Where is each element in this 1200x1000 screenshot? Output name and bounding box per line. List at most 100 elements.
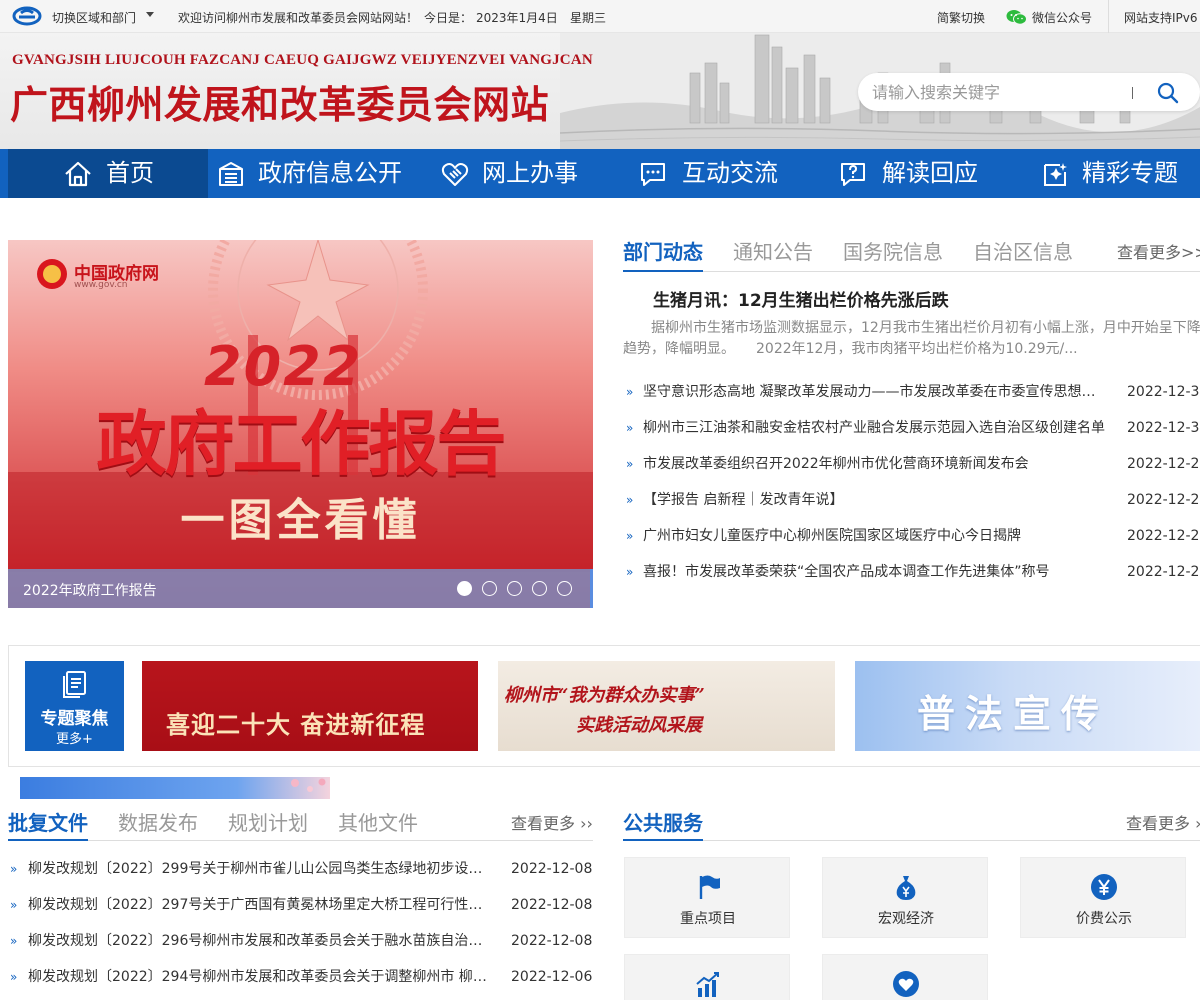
news-date: 2022-12-2 <box>1127 564 1200 580</box>
tab-plans[interactable]: 规划计划 <box>228 807 308 836</box>
tab-approval-files[interactable]: 批复文件 <box>8 807 88 836</box>
nav-label: 首页 <box>106 159 154 187</box>
nav-label: 互动交流 <box>682 159 778 187</box>
wechat-icon[interactable] <box>1006 9 1027 25</box>
nav-label: 解读回应 <box>882 159 978 187</box>
file-title[interactable]: 柳发改规划〔2022〕299号关于柳州市雀儿山公园鸟类生态绿地初步设计批复 <box>28 851 492 887</box>
image-carousel[interactable]: 中国政府网 www.gov.cn 2022 政府工作报告 一图全看懂 2022年… <box>8 240 593 608</box>
file-title[interactable]: 柳发改规划〔2022〕294号柳州市发展和改革委员会关于调整柳州市 柳州市项目 <box>28 959 492 995</box>
news-more-link[interactable]: 查看更多>> <box>1117 239 1200 263</box>
news-title[interactable]: 【学报告 启新程｜发改青年说】 <box>643 482 1105 518</box>
trad-simplified-switch[interactable]: 简繁切换 <box>937 9 985 26</box>
news-title[interactable]: 市发展改革委组织召开2022年柳州市优化营商环境新闻发布会 <box>643 446 1105 482</box>
floating-banner[interactable] <box>20 777 330 799</box>
bullet-icon: » <box>626 565 634 579</box>
carousel-dot[interactable] <box>532 581 547 596</box>
today-label: 今日是： <box>424 11 473 25</box>
headline-news[interactable]: 生猪月讯：12月生猪出栏价格先涨后跌 <box>653 286 949 311</box>
file-item[interactable]: » 柳发改规划〔2022〕299号关于柳州市雀儿山公园鸟类生态绿地初步设计批复 20… <box>8 851 593 887</box>
files-more-link[interactable]: 查看更多 ›› <box>511 810 593 834</box>
nav-label: 网上办事 <box>482 159 578 187</box>
news-title[interactable]: 广州市妇女儿童医疗中心柳州医院国家区域医疗中心今日揭牌 <box>643 518 1105 554</box>
service-macro-economy[interactable]: 宏观经济 <box>822 857 988 938</box>
home-icon <box>65 161 91 187</box>
region-switch[interactable]: 切换区域和部门 <box>52 9 136 26</box>
news-title[interactable]: 喜报！市发展改革委荣获“全国农产品成本调查工作先进集体”称号 <box>643 554 1105 590</box>
news-item[interactable]: » 坚守意识形态高地 凝聚改革发展动力——市发展改革委在市委宣传思想工作会议上作交… <box>623 374 1200 410</box>
service-public-welfare[interactable] <box>822 954 988 1000</box>
news-item[interactable]: » 广州市妇女儿童医疗中心柳州医院国家区域医疗中心今日揭牌 2022-12-2 <box>623 518 1200 554</box>
nav-interaction[interactable]: 互动交流 <box>608 149 808 198</box>
service-key-projects[interactable]: 重点项目 <box>624 857 790 938</box>
service-label: 重点项目 <box>680 911 736 927</box>
carousel-dot[interactable] <box>457 581 472 596</box>
news-item[interactable]: » 柳州市三江油茶和融安金桔农村产业融合发展示范园入选自治区级创建名单 2022-1… <box>623 410 1200 446</box>
bullet-icon: » <box>626 421 634 435</box>
tab-notices[interactable]: 通知公告 <box>733 236 813 265</box>
news-date: 2022-12-2 <box>1127 492 1200 508</box>
chevron-down-icon[interactable] <box>146 12 154 17</box>
carousel-dot[interactable] <box>482 581 497 596</box>
news-title[interactable]: 坚守意识形态高地 凝聚改革发展动力——市发展改革委在市委宣传思想工作会议上作交流… <box>643 374 1105 410</box>
tab-state-council[interactable]: 国务院信息 <box>843 236 943 265</box>
bullet-icon: » <box>626 457 634 471</box>
nav-interpretation[interactable]: 解读回应 <box>808 149 1008 198</box>
tab-region-info[interactable]: 自治区信息 <box>973 236 1073 265</box>
carousel-dot[interactable] <box>557 581 572 596</box>
services-title[interactable]: 公共服务 <box>623 807 703 836</box>
services-more-link[interactable]: 查看更多 › <box>1126 810 1200 834</box>
active-tab-underline <box>8 839 88 841</box>
carousel-caption[interactable]: 2022年政府工作报告 <box>23 580 157 600</box>
banner-party-congress[interactable]: 喜迎二十大 奋进新征程 <box>142 661 478 751</box>
banner-people-service[interactable]: 柳州市“我为群众办实事” 实践活动风采展 <box>498 661 835 751</box>
file-title[interactable]: 柳发改规划〔2022〕297号关于广西国有黄冕林场里定大桥工程可行性研究报告批复 <box>28 887 492 923</box>
tab-department-news[interactable]: 部门动态 <box>623 236 703 265</box>
search-icon[interactable] <box>1156 81 1180 105</box>
bullet-icon: » <box>10 898 18 912</box>
file-item[interactable]: » 柳发改规划〔2022〕296号柳州市发展和改革委员会关于融水苗族自治县项目批复… <box>8 923 593 959</box>
banner-law-promotion[interactable]: 普法宣传 <box>855 661 1200 751</box>
nav-online-services[interactable]: 网上办事 <box>408 149 608 198</box>
chat-icon <box>641 163 665 186</box>
ipv6-notice: 网站支持IPv6 <box>1124 11 1198 25</box>
logo-icon[interactable] <box>12 6 42 26</box>
news-title[interactable]: 柳州市三江油茶和融安金桔农村产业融合发展示范园入选自治区级创建名单 <box>643 410 1105 446</box>
nav-gov-info[interactable]: 政府信息公开 <box>208 149 408 198</box>
news-date: 2022-12-3 <box>1127 420 1200 436</box>
news-item[interactable]: » 市发展改革委组织召开2022年柳州市优化营商环境新闻发布会 2022-12-2 <box>623 446 1200 482</box>
bullet-icon: » <box>10 862 18 876</box>
file-title[interactable]: 柳发改规划〔2022〕296号柳州市发展和改革委员会关于融水苗族自治县项目批复 <box>28 923 492 959</box>
money-bag-icon <box>896 876 916 900</box>
carousel-dot[interactable] <box>507 581 522 596</box>
banner-text: 实践活动风采展 <box>576 715 702 736</box>
service-statistics[interactable] <box>624 954 790 1000</box>
search-input[interactable] <box>872 73 1122 111</box>
service-price-disclosure[interactable]: 价费公示 <box>1020 857 1186 938</box>
file-tabs: 批复文件 数据发布 规划计划 其他文件 查看更多 ›› <box>8 803 593 841</box>
search-divider <box>1132 87 1133 99</box>
top-bar: 切换区域和部门 欢迎访问柳州市发展和改革委员会网站网站！ 今日是： 2023年1… <box>0 0 1200 33</box>
handshake-icon <box>441 163 469 186</box>
news-item[interactable]: » 喜报！市发展改革委荣获“全国农产品成本调查工作先进集体”称号 2022-12-2 <box>623 554 1200 590</box>
document-icon <box>63 671 86 698</box>
summary-line: 趋势，降幅明显。 2022年12月，我市肉猪平均出栏价格为10.29元/... <box>623 341 1078 357</box>
site-title[interactable]: 广西柳州发展和改革委员会网站 <box>10 74 549 129</box>
file-item[interactable]: » 柳发改规划〔2022〕297号关于广西国有黄冕林场里定大桥工程可行性研究报告批… <box>8 887 593 923</box>
divider <box>1108 0 1109 33</box>
service-label: 宏观经济 <box>878 911 934 927</box>
tab-data-release[interactable]: 数据发布 <box>118 807 198 836</box>
topic-more-link[interactable]: 更多+ <box>25 728 124 747</box>
wechat-link[interactable]: 微信公众号 <box>1032 9 1092 26</box>
topic-focus-badge[interactable]: 专题聚焦 更多+ <box>25 661 124 751</box>
news-item[interactable]: » 【学报告 启新程｜发改青年说】 2022-12-2 <box>623 482 1200 518</box>
nav-featured-topics[interactable]: 精彩专题 <box>1008 149 1200 198</box>
slide-title: 政府工作报告 <box>96 403 507 485</box>
bullet-icon: » <box>626 529 634 543</box>
bullet-icon: » <box>626 385 634 399</box>
carousel-caption-bar: 2022年政府工作报告 <box>8 569 593 608</box>
tab-other-files[interactable]: 其他文件 <box>338 807 418 836</box>
weekday: 星期三 <box>570 11 607 25</box>
nav-home[interactable]: 首页 <box>8 149 208 198</box>
news-date: 2022-12-2 <box>1127 528 1200 544</box>
file-item[interactable]: » 柳发改规划〔2022〕294号柳州市发展和改革委员会关于调整柳州市 柳州市项目… <box>8 959 593 995</box>
